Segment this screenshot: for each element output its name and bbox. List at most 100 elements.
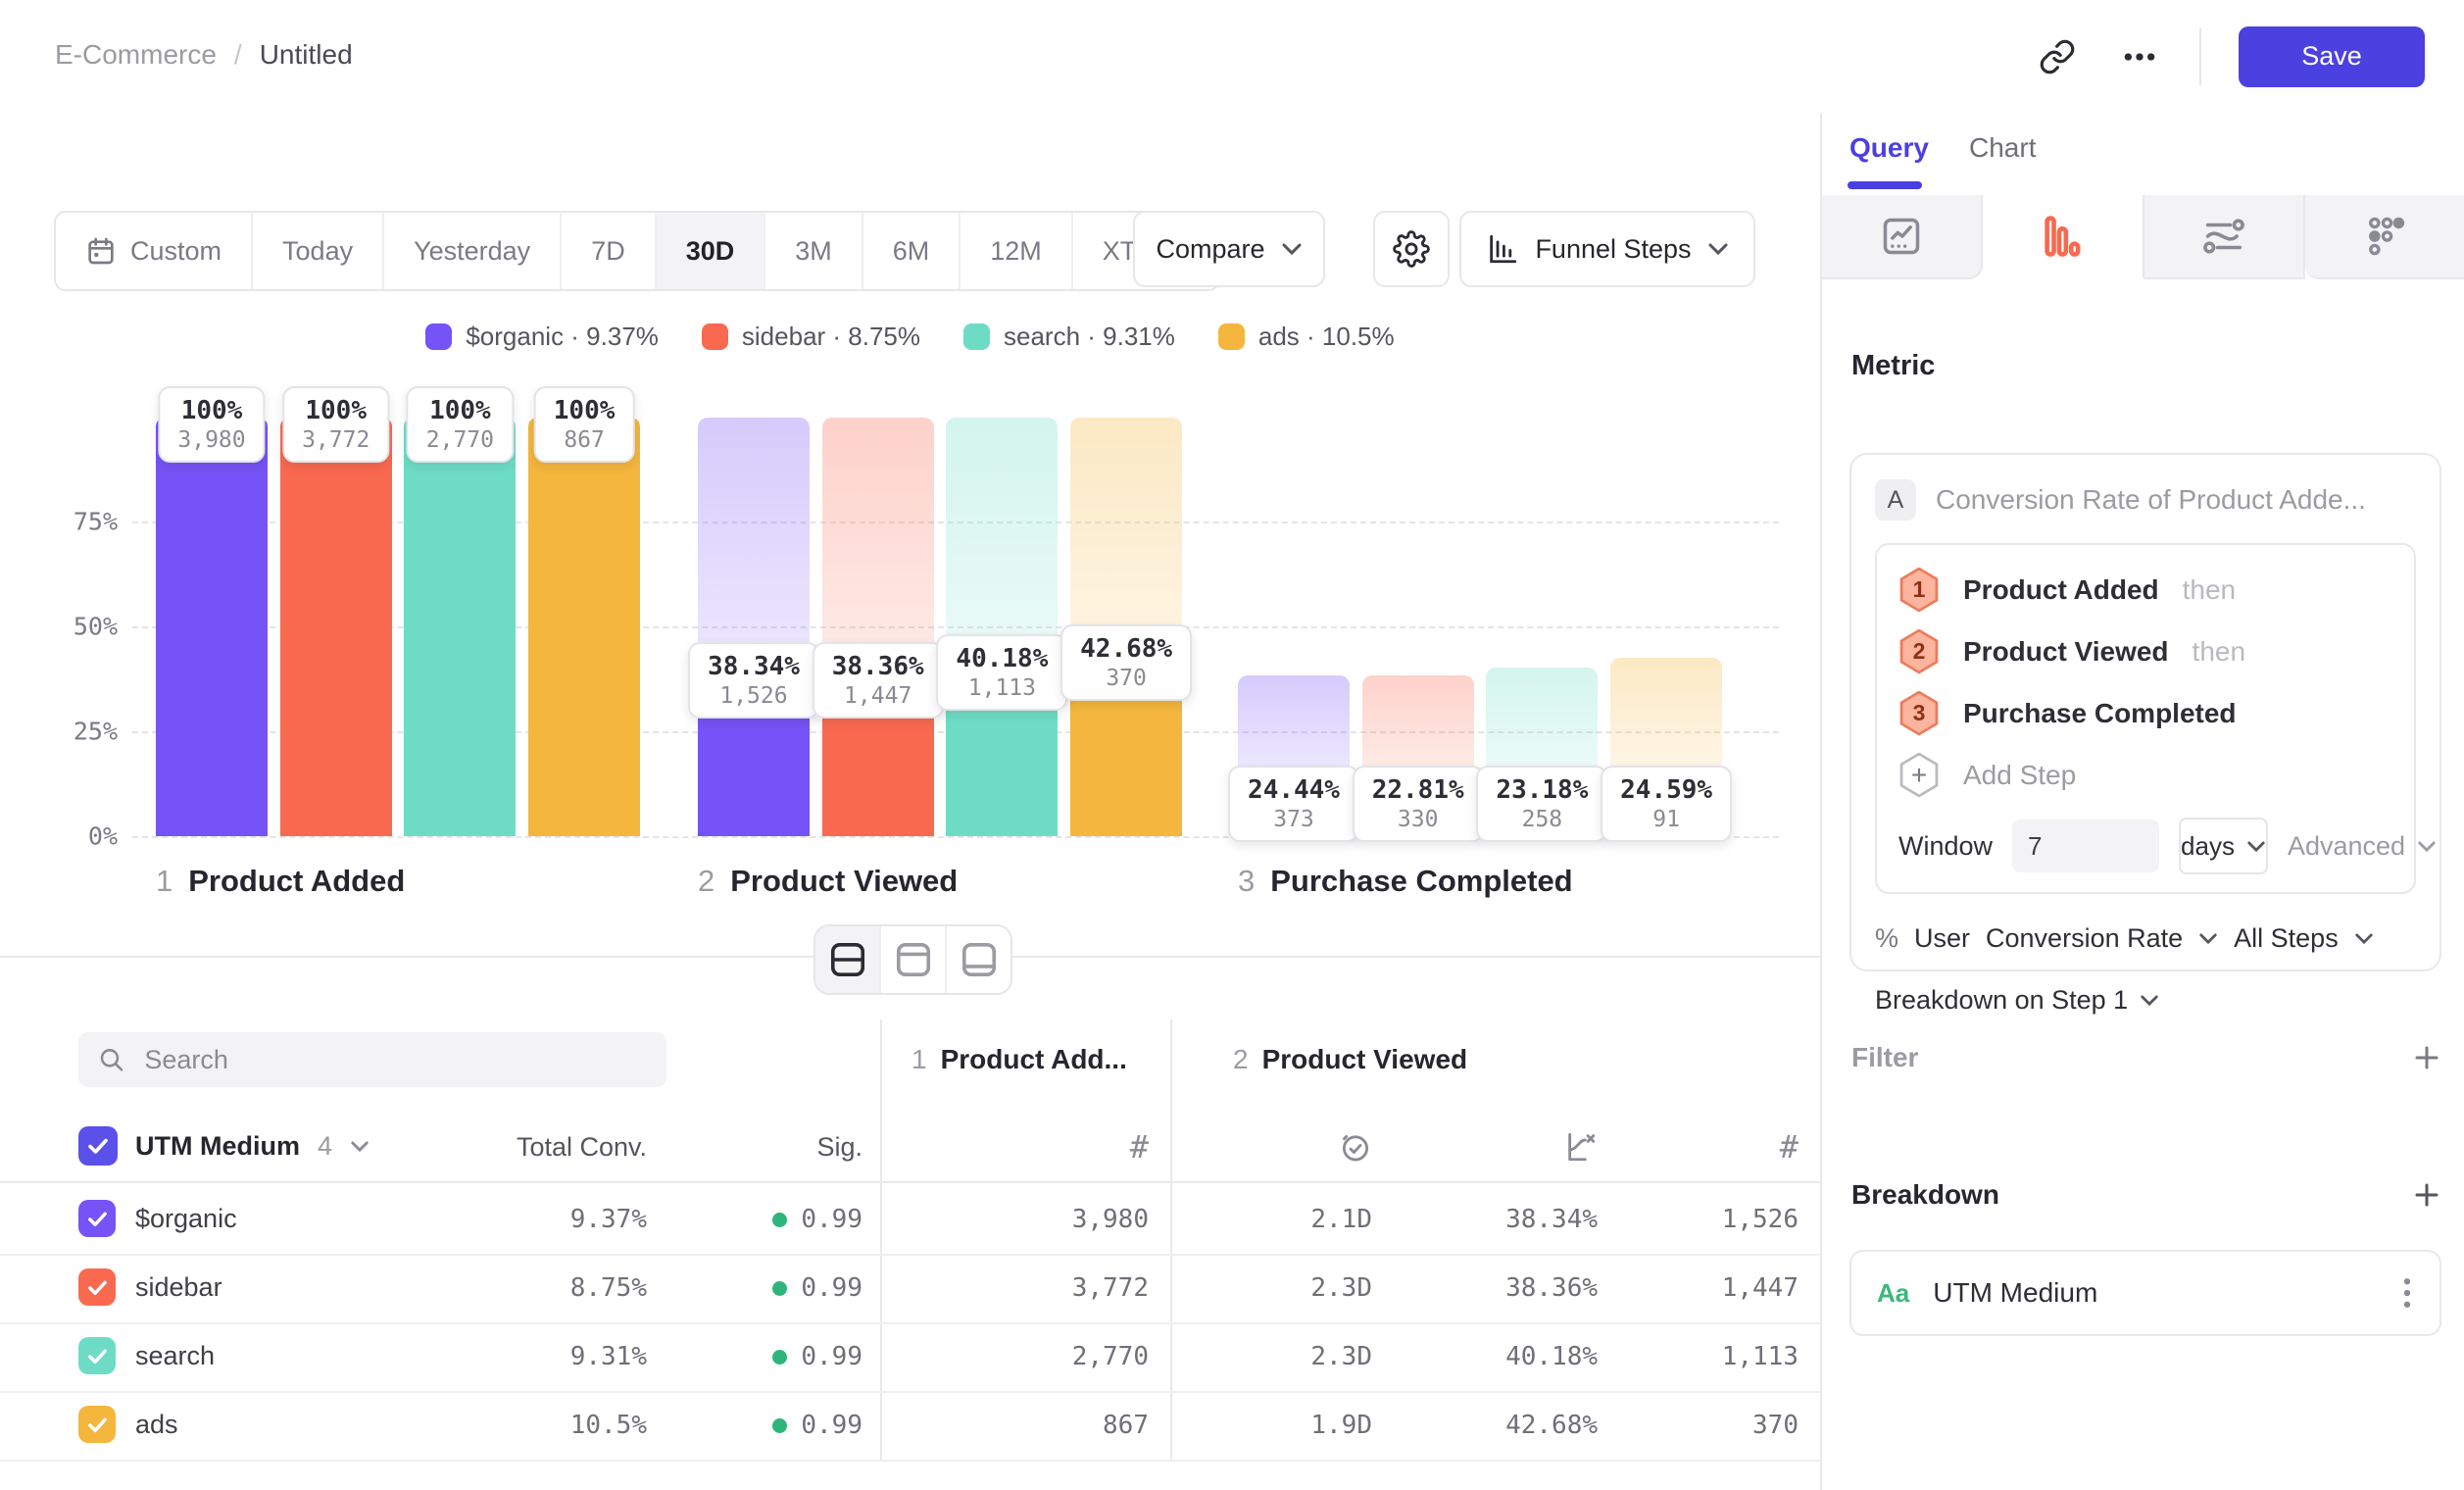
- step-event-name[interactable]: Purchase Completed: [1963, 698, 2237, 729]
- step1-count: 3,772: [1072, 1254, 1149, 1322]
- step-event-name[interactable]: Product Added: [1963, 574, 2159, 606]
- add-step-row[interactable]: + Add Step: [1898, 744, 2392, 806]
- chart-type-line[interactable]: [1822, 195, 1983, 279]
- chart-only-view-icon: [894, 942, 933, 977]
- metric-title[interactable]: Conversion Rate of Product Adde...: [1936, 484, 2366, 516]
- breakdown-property-card[interactable]: Aa UTM Medium: [1849, 1250, 2441, 1336]
- share-link-icon[interactable]: [2035, 34, 2080, 79]
- advanced-toggle[interactable]: Advanced: [2288, 831, 2437, 862]
- metric-card: A Conversion Rate of Product Adde... 1Pr…: [1849, 453, 2441, 971]
- chart-only-view-button[interactable]: [881, 926, 947, 993]
- chevron-down-icon: [2354, 932, 2374, 945]
- step1-count: 2,770: [1072, 1322, 1149, 1391]
- row-checkbox[interactable]: [78, 1200, 116, 1237]
- user-count: 370: [1080, 666, 1172, 691]
- add-breakdown-icon[interactable]: [2412, 1180, 2441, 1210]
- conv-pct-value: 38.34%: [1505, 1185, 1598, 1254]
- conversion-pct: 23.18%: [1496, 775, 1588, 805]
- table-step1-header: 1 Product Add...: [912, 1044, 1127, 1075]
- funnel-bar-organic-step1[interactable]: [156, 418, 268, 836]
- breadcrumb: E-Commerce / Untitled: [55, 39, 353, 71]
- bar-value-chip: 40.18%1,113: [936, 634, 1067, 711]
- window-label: Window: [1898, 831, 1993, 862]
- kebab-menu-icon[interactable]: [2400, 1276, 2414, 1310]
- count-column-icon[interactable]: #: [1130, 1113, 1149, 1181]
- bar-value-chip: 100%3,772: [282, 386, 389, 463]
- conv-pct-value: 38.36%: [1505, 1254, 1598, 1322]
- row-checkbox[interactable]: [78, 1337, 116, 1374]
- tab-query[interactable]: Query: [1849, 132, 1929, 164]
- more-options-icon[interactable]: [2117, 34, 2162, 79]
- step-label-3: 3Purchase Completed: [1238, 864, 1573, 899]
- funnel-bar-sidebar-step1[interactable]: [280, 418, 392, 836]
- step-number: 1: [912, 1044, 927, 1075]
- conversion-window-row: Window days Advanced: [1898, 814, 2392, 878]
- y-axis-label: 0%: [34, 822, 118, 851]
- user-count: 373: [1248, 807, 1340, 832]
- window-unit-label: days: [2181, 831, 2235, 862]
- chart-type-segmentation[interactable]: [2305, 195, 2464, 279]
- chart-type-funnel[interactable]: [1983, 195, 2144, 279]
- step-number: 2: [1233, 1044, 1249, 1075]
- search-input[interactable]: [142, 1044, 647, 1076]
- row-label[interactable]: $organic: [135, 1204, 237, 1234]
- funnel-chart: 0%25%50%75%100%3,98038.34%1,52624.44%373…: [0, 113, 1820, 956]
- counting-mode[interactable]: User: [1914, 923, 1970, 954]
- breadcrumb-title[interactable]: Untitled: [260, 39, 353, 71]
- avg-time-column-icon[interactable]: [1339, 1113, 1372, 1181]
- split-view-button[interactable]: [815, 926, 881, 993]
- conv-pct-column-icon[interactable]: [1564, 1113, 1598, 1181]
- table-row-sidebar: sidebar8.75%0.993,7722.3D38.36%1,447: [0, 1254, 1820, 1324]
- bar-value-chip: 24.59%91: [1601, 766, 1732, 842]
- grid-dots-icon: [2363, 215, 2406, 258]
- table-only-view-button[interactable]: [947, 926, 1010, 993]
- measure-type-select[interactable]: Conversion Rate: [1986, 923, 2183, 954]
- breadcrumb-project[interactable]: E-Commerce: [55, 39, 217, 71]
- conversion-pct: 100%: [426, 396, 494, 425]
- metric-badge: A: [1875, 479, 1916, 521]
- window-value-input[interactable]: [2012, 820, 2159, 872]
- advanced-label: Advanced: [2288, 831, 2405, 862]
- row-label[interactable]: ads: [135, 1410, 178, 1440]
- funnel-step-2[interactable]: 2Product Viewedthen: [1898, 621, 2392, 682]
- avg-time-value: 2.3D: [1310, 1254, 1372, 1322]
- sig-column-header[interactable]: Sig.: [816, 1113, 862, 1181]
- table-row-ads: ads10.5%0.998671.9D42.68%370: [0, 1391, 1820, 1462]
- top-header: E-Commerce / Untitled Save: [0, 0, 2464, 115]
- total-conv-column-header[interactable]: Total Conv.: [517, 1113, 647, 1181]
- funnel-steps-editor: 1Product Addedthen2Product Viewedthen3Pu…: [1875, 543, 2416, 894]
- funnel-step-3[interactable]: 3Purchase Completed: [1898, 682, 2392, 744]
- steps-scope-select[interactable]: All Steps: [2234, 923, 2339, 954]
- breadcrumb-separator: /: [234, 39, 242, 71]
- breakdown-column-label[interactable]: UTM Medium: [135, 1131, 300, 1162]
- y-axis-label: 50%: [34, 613, 118, 641]
- user-count: 867: [554, 427, 616, 453]
- user-count: 1,113: [956, 675, 1048, 701]
- chart-type-flow[interactable]: [2144, 195, 2305, 279]
- count-column-icon[interactable]: #: [1780, 1113, 1799, 1181]
- step-conjunction: then: [2183, 574, 2237, 606]
- row-label[interactable]: sidebar: [135, 1272, 222, 1303]
- window-unit-select[interactable]: days: [2179, 818, 2268, 874]
- y-axis-label: 75%: [34, 508, 118, 536]
- property-type-badge: Aa: [1877, 1278, 1909, 1309]
- select-all-checkbox[interactable]: [78, 1126, 118, 1166]
- funnel-step-1[interactable]: 1Product Addedthen: [1898, 559, 2392, 621]
- step-event-name[interactable]: Product Viewed: [1963, 636, 2169, 668]
- add-filter-icon[interactable]: [2412, 1043, 2441, 1072]
- conversion-pct: 100%: [302, 396, 370, 425]
- conversion-pct: 40.18%: [956, 644, 1048, 673]
- table-header-row: UTM Medium 4 Total Conv. Sig. # #: [0, 1113, 1820, 1183]
- main-area: CustomTodayYesterday7D30D3M6M12MXTD Comp…: [0, 113, 1820, 1490]
- y-axis-label: 25%: [34, 718, 118, 746]
- funnel-bar-ads-step1[interactable]: [528, 418, 640, 836]
- breakdown-on-step-row[interactable]: Breakdown on Step 1: [1875, 985, 2416, 1016]
- row-checkbox[interactable]: [78, 1406, 116, 1443]
- tab-chart[interactable]: Chart: [1969, 132, 2036, 164]
- row-checkbox[interactable]: [78, 1268, 116, 1306]
- bar-value-chip: 38.36%1,447: [813, 642, 944, 719]
- funnel-bar-search-step1[interactable]: [404, 418, 516, 836]
- save-button[interactable]: Save: [2239, 26, 2425, 87]
- conversion-pct: 24.44%: [1248, 775, 1340, 805]
- row-label[interactable]: search: [135, 1341, 215, 1371]
